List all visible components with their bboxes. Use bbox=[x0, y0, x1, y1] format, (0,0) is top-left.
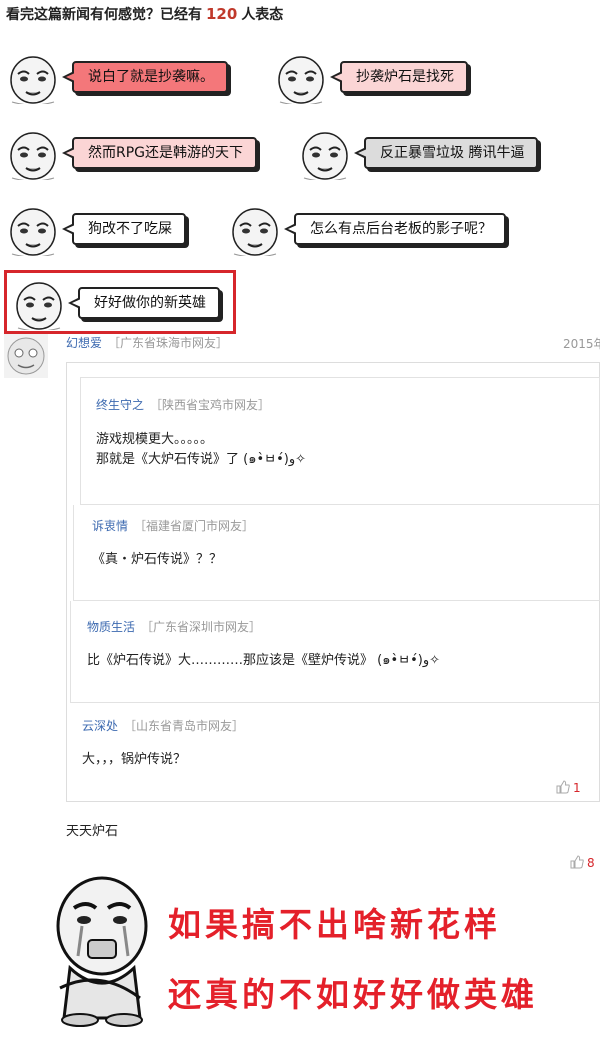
reaction-header: 看完这篇新闻有何感觉？已经有 120 人表态 bbox=[6, 4, 283, 24]
reaction-item[interactable]: 狗改不了吃屎 bbox=[4, 204, 204, 256]
selection-highlight bbox=[4, 270, 236, 334]
quote-location: ［福建省厦门市网友］ bbox=[134, 519, 255, 533]
reaction-bubble[interactable]: 说白了就是抄袭嘛。 bbox=[62, 61, 228, 93]
quote-location: ［山东省青岛市网友］ bbox=[124, 719, 245, 733]
quote-author[interactable]: 诉衷情 ［福建省厦门市网友］ bbox=[92, 517, 254, 534]
reaction-count: 120 bbox=[206, 5, 238, 23]
quote-location: ［陕西省宝鸡市网友］ bbox=[150, 398, 271, 412]
reaction-item[interactable]: 抄袭炉石是找死 bbox=[272, 52, 492, 104]
quote-text-line: 《真・炉石传说》？？ bbox=[92, 552, 223, 567]
comment-like-button[interactable]: 8 bbox=[570, 855, 595, 870]
quote-author[interactable]: 物质生活 ［广东省深圳市网友］ bbox=[87, 618, 261, 635]
thumbs-up-icon bbox=[556, 780, 570, 794]
reaction-bubble[interactable]: 狗改不了吃屎 bbox=[62, 213, 186, 245]
reaction-item[interactable]: 然而RPG还是韩游的天下 bbox=[4, 128, 266, 180]
quote-username[interactable]: 终生守之 bbox=[96, 398, 144, 412]
meme-crying-face-icon bbox=[56, 876, 148, 1027]
meme-face-icon bbox=[302, 132, 348, 180]
meme-face-icon bbox=[10, 132, 56, 180]
reaction-bubble[interactable]: 抄袭炉石是找死 bbox=[330, 61, 468, 93]
comment-date: 2015年 bbox=[563, 337, 600, 351]
reaction-bubble[interactable]: 然而RPG还是韩游的天下 bbox=[61, 137, 258, 169]
quote-location: ［广东省深圳市网友］ bbox=[141, 620, 262, 634]
header-prefix: 看完这篇新闻有何感觉？已经有 bbox=[6, 7, 202, 23]
reaction-item[interactable]: 反正暴雪垃圾 腾讯牛逼 bbox=[296, 128, 550, 180]
reaction-item[interactable]: 怎么有点后台老板的影子呢？ bbox=[226, 204, 526, 256]
comment-author[interactable]: 幻想爱 ［广东省珠海市网友］ bbox=[66, 334, 228, 351]
quote-text-line: 比《炉石传说》大…………那应该是《壁炉传说》 (๑•̀ㅂ•́)و✧ bbox=[87, 653, 441, 668]
quote-username[interactable]: 物质生活 bbox=[87, 620, 135, 634]
quote-like-count: 1 bbox=[573, 781, 581, 795]
reaction-bubble[interactable]: 怎么有点后台老板的影子呢？ bbox=[284, 213, 506, 245]
quote-like-button[interactable]: 1 bbox=[556, 780, 581, 795]
quote-username[interactable]: 云深处 bbox=[82, 719, 118, 733]
meme-face-icon bbox=[278, 56, 324, 104]
quote-text-line: 大，，，锅炉传说？ bbox=[82, 752, 187, 767]
quote-username[interactable]: 诉衷情 bbox=[92, 519, 128, 533]
meme-face-icon bbox=[232, 208, 278, 256]
quote-author[interactable]: 云深处 ［山东省青岛市网友］ bbox=[82, 717, 244, 734]
reaction-item[interactable]: 说白了就是抄袭嘛。 bbox=[4, 52, 244, 104]
reaction-bubble[interactable]: 反正暴雪垃圾 腾讯牛逼 bbox=[353, 137, 539, 169]
comment-like-count: 8 bbox=[587, 856, 595, 870]
quote-author[interactable]: 终生守之 ［陕西省宝鸡市网友］ bbox=[96, 396, 270, 413]
thumbs-up-icon bbox=[570, 855, 584, 869]
comment-text: 天天炉石 bbox=[66, 824, 119, 839]
quote-text-line: 游戏规模更大。。。。。 bbox=[96, 432, 214, 447]
meme-caption-line-1: 如果搞不出啥新花样 bbox=[168, 905, 501, 944]
meme-face-icon bbox=[10, 56, 56, 104]
header-suffix: 人表态 bbox=[241, 7, 284, 23]
comment-location: ［广东省珠海市网友］ bbox=[108, 336, 229, 350]
comment-username[interactable]: 幻想爱 bbox=[66, 336, 102, 350]
meme-face-icon bbox=[10, 208, 56, 256]
quote-text-line: 那就是《大炉石传说》了 (๑•̀ㅂ•́)و✧ bbox=[96, 452, 307, 467]
avatar[interactable] bbox=[4, 334, 48, 378]
meme-caption-line-2: 还真的不如好好做英雄 bbox=[168, 975, 538, 1014]
